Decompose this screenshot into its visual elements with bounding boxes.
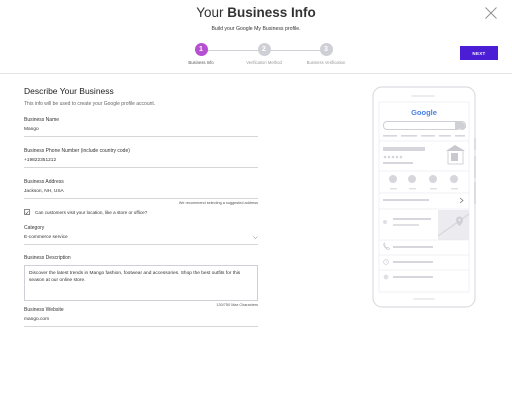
category-field[interactable]: Category E-commerce service (24, 225, 258, 245)
phone-input[interactable]: +19822351212 (24, 158, 258, 163)
business-name-input[interactable]: Mango (24, 127, 258, 132)
address-field[interactable]: Business Address Jackson, NH, USA We rec… (24, 179, 258, 205)
visit-location-row[interactable]: Can customers visit your location, like … (24, 209, 258, 215)
address-label: Business Address (24, 179, 64, 185)
visit-location-checkbox[interactable] (24, 209, 30, 215)
close-icon (485, 7, 497, 19)
step-label: Verification Method (246, 60, 282, 65)
step-number: 2 (257, 43, 271, 56)
business-info-form: Describe Your Business This info will be… (24, 86, 258, 327)
category-select[interactable]: E-commerce service (24, 235, 258, 240)
globe-icon (383, 274, 389, 280)
field-underline (24, 244, 258, 245)
page-title-prefix: Your (196, 5, 224, 20)
address-input[interactable]: Jackson, NH, USA (24, 189, 258, 194)
visit-location-label: Can customers visit your location, like … (35, 209, 148, 215)
phone-field[interactable]: Business Phone Number (include country c… (24, 148, 258, 168)
field-underline (24, 167, 258, 168)
step-label: Business Verification (306, 60, 346, 65)
step-label: Business Info (188, 60, 214, 65)
page-title: Your Business Info (0, 5, 512, 20)
description-label: Business Description (24, 255, 71, 261)
step-business-verification[interactable]: 3 Business Verification (296, 43, 356, 65)
field-underline (24, 198, 258, 199)
field-underline (24, 136, 258, 137)
page-title-bold: Business Info (227, 5, 316, 20)
phone-icon (383, 242, 391, 251)
step-verification-method[interactable]: 2 Verification Method (234, 43, 294, 65)
section-description: This info will be used to create your Go… (24, 101, 156, 107)
business-name-field[interactable]: Business Name Mango (24, 117, 258, 137)
progress-stepper: 1 Business Info 2 Verification Method 3 … (170, 43, 350, 71)
business-name-label: Business Name (24, 117, 60, 123)
header-divider (0, 73, 512, 74)
section-title: Describe Your Business (24, 86, 114, 96)
website-label: Business Website (24, 307, 64, 313)
category-label: Category (24, 225, 45, 231)
website-input[interactable]: mango.com (24, 317, 258, 322)
chevron-down-icon (253, 236, 258, 239)
step-number: 3 (319, 43, 333, 56)
check-icon (25, 210, 29, 214)
field-underline (24, 326, 258, 327)
close-button[interactable] (484, 6, 498, 20)
preview-placeholder-content (379, 135, 470, 280)
step-number: 1 (194, 43, 208, 56)
website-field[interactable]: Business Website mango.com (24, 307, 258, 327)
address-hint: We recommend selecting a suggested addre… (178, 201, 258, 205)
category-value: E-commerce service (24, 235, 68, 240)
location-icon (383, 259, 389, 265)
phone-label: Business Phone Number (include country c… (24, 148, 130, 154)
description-field[interactable]: Business Description Discover the latest… (24, 255, 258, 307)
page-subtitle: Build your Google My Business profile. (211, 26, 301, 32)
step-business-info[interactable]: 1 Business Info (171, 43, 231, 65)
profile-preview-phone: Google (372, 86, 476, 308)
description-textarea[interactable]: Discover the latest trends in Mango fash… (24, 265, 258, 301)
next-button[interactable]: NEXT (460, 46, 498, 60)
